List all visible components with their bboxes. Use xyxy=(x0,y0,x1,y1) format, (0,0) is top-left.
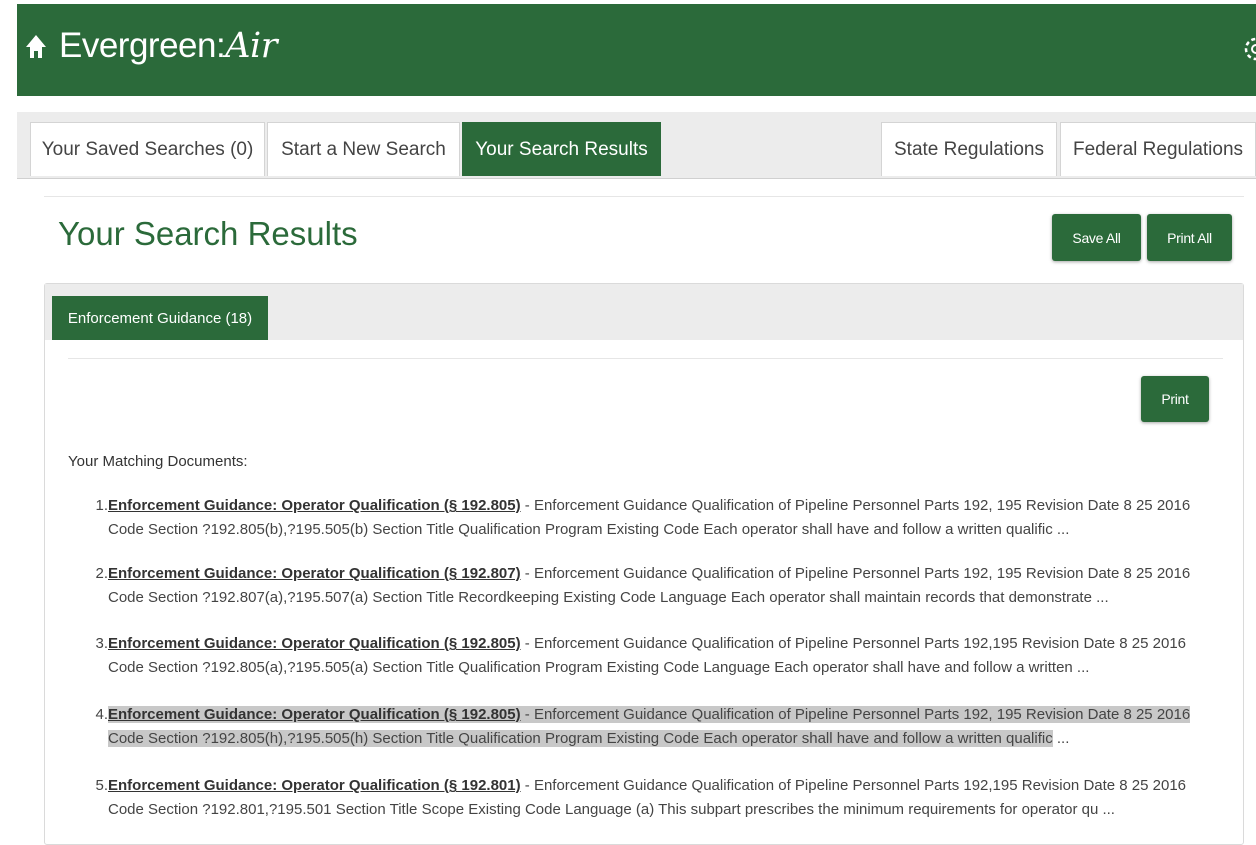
result-number: 1. xyxy=(95,497,108,514)
result-title-link[interactable]: Enforcement Guidance: Operator Qualifica… xyxy=(108,565,521,582)
main-tabs: Your Saved Searches (0) Start a New Sear… xyxy=(17,112,1256,179)
result-snippet-line2: Code Section ?192.805(a),?195.505(a) Sec… xyxy=(108,659,1090,676)
tab-state-regulations[interactable]: State Regulations xyxy=(881,122,1057,176)
section-divider xyxy=(44,196,1244,197)
result-title-link[interactable]: Enforcement Guidance: Operator Qualifica… xyxy=(108,635,521,652)
result-item: 3. Enforcement Guidance: Operator Qualif… xyxy=(90,632,1210,680)
header-spacer xyxy=(17,96,1256,113)
tab-saved-searches[interactable]: Your Saved Searches (0) xyxy=(30,122,265,176)
panel-divider xyxy=(68,358,1223,359)
result-number: 4. xyxy=(95,706,108,723)
result-snippet-tail: ... xyxy=(1052,730,1070,747)
result-snippet: - Enforcement Guidance Qualification of … xyxy=(520,565,1191,582)
save-all-button[interactable]: Save All xyxy=(1052,214,1141,261)
result-title-link[interactable]: Enforcement Guidance: Operator Qualifica… xyxy=(108,777,521,794)
result-snippet: - Enforcement Guidance Qualification of … xyxy=(520,777,1187,794)
result-snippet-line2: Code Section ?192.805(b),?195.505(b) Sec… xyxy=(108,521,1070,538)
brand-main-text: Evergreen: xyxy=(59,26,226,65)
app-header: Evergreen:Air xyxy=(17,4,1256,96)
result-snippet-line2: Code Section ?192.801,?195.501 Section T… xyxy=(108,801,1115,818)
result-snippet-line2: Code Section ?192.807(a),?195.507(a) Sec… xyxy=(108,589,1109,606)
results-panel-header: Enforcement Guidance (18) xyxy=(45,284,1243,340)
result-title-link[interactable]: Enforcement Guidance: Operator Qualifica… xyxy=(108,497,521,514)
page-title: Your Search Results xyxy=(58,215,358,252)
home-icon[interactable] xyxy=(25,34,47,60)
result-number: 3. xyxy=(95,635,108,652)
print-all-button[interactable]: Print All xyxy=(1147,214,1232,261)
result-item: 2. Enforcement Guidance: Operator Qualif… xyxy=(90,562,1210,610)
print-button[interactable]: Print xyxy=(1141,376,1209,422)
result-item: 1. Enforcement Guidance: Operator Qualif… xyxy=(90,494,1210,542)
brand-script-text: Air xyxy=(225,26,277,66)
result-snippet: - Enforcement Guidance Qualification of … xyxy=(520,635,1187,652)
gear-icon[interactable] xyxy=(1239,32,1256,66)
result-snippet: - Enforcement Guidance Qualification of … xyxy=(520,706,1191,723)
tab-federal-regulations[interactable]: Federal Regulations xyxy=(1060,122,1256,176)
matching-documents-label: Your Matching Documents: xyxy=(68,453,248,470)
result-title-link[interactable]: Enforcement Guidance: Operator Qualifica… xyxy=(108,706,521,723)
result-item-highlighted: 4. Enforcement Guidance: Operator Qualif… xyxy=(90,703,1210,751)
result-snippet: - Enforcement Guidance Qualification of … xyxy=(520,497,1191,514)
tab-enforcement-guidance[interactable]: Enforcement Guidance (18) xyxy=(52,296,268,340)
result-snippet-line2-highlight: Code Section ?192.805(h),?195.505(h) Sec… xyxy=(108,730,1053,747)
brand-logo[interactable]: Evergreen:Air xyxy=(59,22,277,70)
result-number: 2. xyxy=(95,565,108,582)
tab-search-results[interactable]: Your Search Results xyxy=(462,122,661,176)
tab-new-search[interactable]: Start a New Search xyxy=(267,122,460,176)
result-number: 5. xyxy=(95,777,108,794)
result-item: 5. Enforcement Guidance: Operator Qualif… xyxy=(90,774,1210,822)
